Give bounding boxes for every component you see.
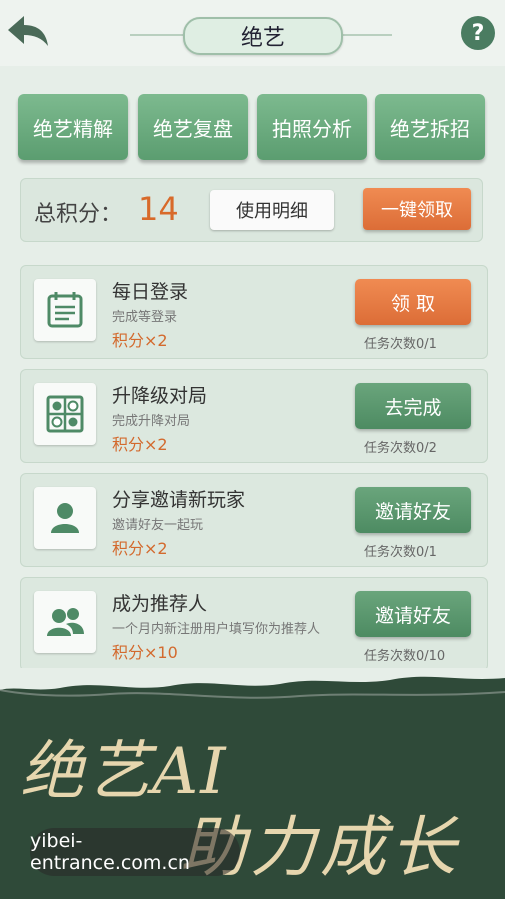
source-watermark: yibei-entrance.com.cn: [30, 828, 240, 876]
task-name: 成为推荐人: [112, 593, 208, 615]
title-divider-right: [339, 34, 392, 36]
task-count: 任务次数0/10: [364, 649, 446, 664]
score-value: 14: [138, 190, 179, 228]
score-label: 总积分：: [34, 202, 123, 227]
back-arrow-icon[interactable]: [6, 14, 50, 48]
task-card-become-referrer: 成为推荐人 一个月内新注册用户填写你为推荐人 积分×10 邀请好友 任务次数0/…: [20, 577, 488, 671]
help-icon[interactable]: ?: [461, 16, 495, 50]
board-icon: [34, 383, 96, 445]
calendar-icon: [34, 279, 96, 341]
invite-friend-button[interactable]: 邀请好友: [355, 487, 471, 533]
task-desc: 一个月内新注册用户填写你为推荐人: [112, 622, 321, 637]
task-card-ranked-match: 升降级对局 完成升降对局 积分×2 去完成 任务次数0/2: [20, 369, 488, 463]
brush-stroke-edge: [0, 668, 505, 699]
claim-all-button[interactable]: 一键领取: [363, 188, 471, 230]
task-desc: 完成等登录: [112, 310, 178, 325]
task-card-invite-new-player: 分享邀请新玩家 邀请好友一起玩 积分×2 邀请好友 任务次数0/1: [20, 473, 488, 567]
page-title: 绝艺: [183, 17, 343, 55]
task-points: 积分×10: [112, 643, 178, 662]
title-divider-left: [130, 34, 183, 36]
task-name: 每日登录: [112, 281, 189, 303]
task-points: 积分×2: [112, 331, 168, 350]
tab-chaizhao[interactable]: 绝艺拆招: [375, 94, 485, 160]
tab-photo-analysis[interactable]: 拍照分析: [257, 94, 367, 160]
task-count: 任务次数0/2: [364, 441, 437, 456]
person-icon: [34, 487, 96, 549]
task-desc: 邀请好友一起玩: [112, 518, 204, 533]
task-card-daily-login: 每日登录 完成等登录 积分×2 领 取 任务次数0/1: [20, 265, 488, 359]
usage-detail-button[interactable]: 使用明细: [210, 190, 334, 230]
task-count: 任务次数0/1: [364, 545, 437, 560]
tab-fupan[interactable]: 绝艺复盘: [138, 94, 248, 160]
claim-button[interactable]: 领 取: [355, 279, 471, 325]
tab-jingjie[interactable]: 绝艺精解: [18, 94, 128, 160]
task-name: 升降级对局: [112, 385, 208, 407]
go-complete-button[interactable]: 去完成: [355, 383, 471, 429]
task-points: 积分×2: [112, 539, 168, 558]
task-desc: 完成升降对局: [112, 414, 191, 429]
task-points: 积分×2: [112, 435, 168, 454]
top-bar: 绝艺 ?: [0, 0, 505, 66]
task-name: 分享邀请新玩家: [112, 489, 246, 511]
task-count: 任务次数0/1: [364, 337, 437, 352]
people-icon: [34, 591, 96, 653]
invite-friend-button[interactable]: 邀请好友: [355, 591, 471, 637]
